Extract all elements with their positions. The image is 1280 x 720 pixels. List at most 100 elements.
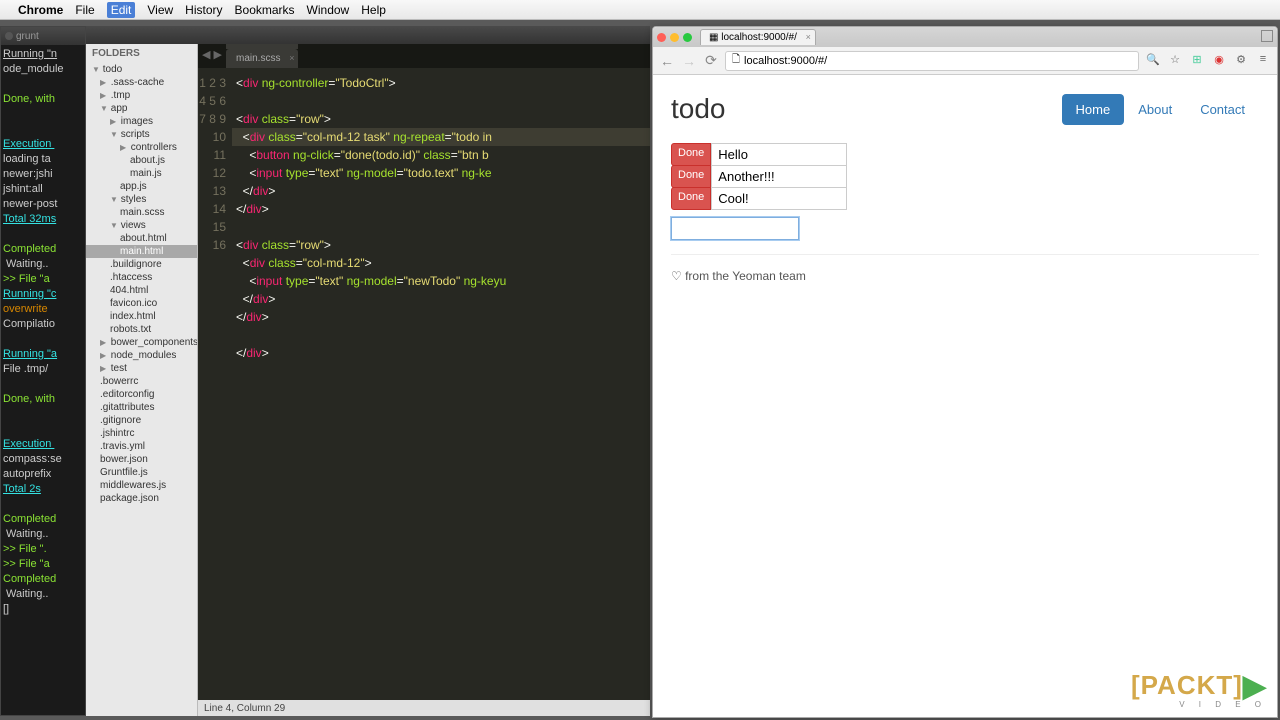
file-tree-item[interactable]: ▶ bower_components bbox=[86, 336, 197, 349]
todo-row: Done bbox=[671, 165, 1259, 188]
file-tree-item[interactable]: .htaccess bbox=[86, 271, 197, 284]
file-tree-item[interactable]: .jshintrc bbox=[86, 427, 197, 440]
tab-nav-icon[interactable]: ◀ ▶ bbox=[202, 48, 222, 61]
file-tree-item[interactable]: ▼ todo bbox=[86, 63, 197, 76]
file-tree-item[interactable]: Gruntfile.js bbox=[86, 466, 197, 479]
file-tree-item[interactable]: ▶ images bbox=[86, 115, 197, 128]
zoom-icon[interactable] bbox=[683, 33, 692, 42]
editor-titlebar[interactable] bbox=[86, 26, 650, 44]
desktop: grunt Running "n ode_module Done, with E… bbox=[0, 20, 1280, 720]
menu-history[interactable]: History bbox=[185, 3, 222, 17]
new-todo-input[interactable] bbox=[671, 217, 799, 240]
menu-help[interactable]: Help bbox=[361, 3, 386, 17]
file-tree-sidebar[interactable]: FOLDERS ▼ todo▶ .sass-cache▶ .tmp▼ app▶ … bbox=[86, 44, 198, 716]
done-button[interactable]: Done bbox=[671, 187, 711, 210]
terminal-titlebar[interactable]: grunt bbox=[1, 27, 85, 45]
file-tree-item[interactable]: about.js bbox=[86, 154, 197, 167]
file-tree-item[interactable]: 404.html bbox=[86, 284, 197, 297]
file-tree-item[interactable]: main.scss bbox=[86, 206, 197, 219]
app-name[interactable]: Chrome bbox=[18, 3, 63, 17]
file-tree-item[interactable]: ▼ styles bbox=[86, 193, 197, 206]
todo-row: Done bbox=[671, 187, 1259, 210]
nav-home[interactable]: Home bbox=[1062, 94, 1125, 125]
file-tree-item[interactable]: .gitignore bbox=[86, 414, 197, 427]
forward-icon[interactable]: → bbox=[681, 53, 697, 69]
menu-bookmarks[interactable]: Bookmarks bbox=[235, 3, 295, 17]
file-tree-item[interactable]: app.js bbox=[86, 180, 197, 193]
file-tree-item[interactable]: middlewares.js bbox=[86, 479, 197, 492]
file-tree-item[interactable]: main.html bbox=[86, 245, 197, 258]
file-tree-item[interactable]: ▶ .tmp bbox=[86, 89, 197, 102]
close-icon[interactable] bbox=[657, 33, 666, 42]
reload-icon[interactable]: ⟳ bbox=[703, 52, 719, 69]
footer-text: ♡ from the Yeoman team bbox=[671, 269, 1259, 283]
done-button[interactable]: Done bbox=[671, 165, 711, 188]
todo-text-input[interactable] bbox=[711, 187, 847, 210]
bookmark-icon[interactable]: ☆ bbox=[1167, 53, 1183, 69]
file-tree-item[interactable]: about.html bbox=[86, 232, 197, 245]
file-tree-item[interactable]: main.js bbox=[86, 167, 197, 180]
file-tree-item[interactable]: ▶ .sass-cache bbox=[86, 76, 197, 89]
editor-tabs[interactable]: ◀ ▶ main.html×main.js×app.js×main.scss× bbox=[198, 44, 650, 68]
traffic-light-icon[interactable] bbox=[5, 32, 13, 40]
sublime-window[interactable]: FOLDERS ▼ todo▶ .sass-cache▶ .tmp▼ app▶ … bbox=[86, 26, 650, 716]
file-tree-item[interactable]: ▼ views bbox=[86, 219, 197, 232]
divider bbox=[671, 254, 1259, 255]
file-tree-item[interactable]: robots.txt bbox=[86, 323, 197, 336]
nav-contact[interactable]: Contact bbox=[1186, 94, 1259, 125]
code-content[interactable]: <div ng-controller="TodoCtrl"> <div clas… bbox=[232, 68, 650, 700]
extension-icon[interactable]: ◉ bbox=[1211, 53, 1227, 69]
page-icon: 🗋 bbox=[732, 52, 740, 69]
editor-tab[interactable]: main.scss× bbox=[226, 49, 298, 68]
done-button[interactable]: Done bbox=[671, 143, 711, 166]
extension-icon[interactable]: ⊞ bbox=[1189, 53, 1205, 69]
zoom-indicator-icon[interactable]: 🔍 bbox=[1145, 53, 1161, 69]
mac-menubar: Chrome File Edit View History Bookmarks Windo… bbox=[0, 0, 1280, 20]
file-tree-item[interactable]: ▶ node_modules bbox=[86, 349, 197, 362]
url-text: localhost:9000/#/ bbox=[744, 55, 827, 67]
cursor-position: Line 4, Column 29 bbox=[204, 703, 285, 714]
file-tree-item[interactable]: ▶ test bbox=[86, 362, 197, 375]
file-tree-item[interactable]: ▼ app bbox=[86, 102, 197, 115]
file-tree-item[interactable]: index.html bbox=[86, 310, 197, 323]
tab-title: localhost:9000/#/ bbox=[721, 32, 797, 43]
file-tree-item[interactable]: .bowerrc bbox=[86, 375, 197, 388]
url-input[interactable]: 🗋 localhost:9000/#/ bbox=[725, 51, 1139, 71]
file-tree-item[interactable]: ▶ controllers bbox=[86, 141, 197, 154]
maximize-icon[interactable] bbox=[1261, 30, 1273, 42]
file-tree-item[interactable]: bower.json bbox=[86, 453, 197, 466]
file-tree-item[interactable]: .editorconfig bbox=[86, 388, 197, 401]
menu-view[interactable]: View bbox=[147, 3, 173, 17]
code-editor[interactable]: 1 2 3 4 5 6 7 8 9 10 11 12 13 14 15 16 <… bbox=[198, 68, 650, 700]
chrome-window[interactable]: ▦ localhost:9000/#/ × ← → ⟳ 🗋 localhost:… bbox=[652, 26, 1278, 718]
todo-row: Done bbox=[671, 143, 1259, 166]
file-tree-item[interactable]: package.json bbox=[86, 492, 197, 505]
file-tree-item[interactable]: ▼ scripts bbox=[86, 128, 197, 141]
tab-close-icon[interactable]: × bbox=[289, 53, 294, 63]
todo-text-input[interactable] bbox=[711, 143, 847, 166]
terminal-window[interactable]: grunt Running "n ode_module Done, with E… bbox=[0, 26, 86, 716]
file-tree-item[interactable]: favicon.ico bbox=[86, 297, 197, 310]
chrome-tabstrip[interactable]: ▦ localhost:9000/#/ × bbox=[653, 27, 1277, 47]
minimize-icon[interactable] bbox=[670, 33, 679, 42]
tab-favicon-icon: ▦ bbox=[709, 32, 721, 43]
todo-text-input[interactable] bbox=[711, 165, 847, 188]
page-nav: HomeAboutContact bbox=[1062, 94, 1259, 125]
menu-edit[interactable]: Edit bbox=[107, 2, 136, 18]
chrome-toolbar: ← → ⟳ 🗋 localhost:9000/#/ 🔍 ☆ ⊞ ◉ ⚙ ≡ bbox=[653, 47, 1277, 75]
todo-list: DoneDoneDone bbox=[671, 143, 1259, 210]
tab-close-icon[interactable]: × bbox=[806, 32, 811, 42]
menu-window[interactable]: Window bbox=[307, 3, 350, 17]
line-gutter: 1 2 3 4 5 6 7 8 9 10 11 12 13 14 15 16 bbox=[198, 68, 232, 700]
settings-icon[interactable]: ⚙ bbox=[1233, 53, 1249, 69]
sidebar-header: FOLDERS bbox=[86, 44, 197, 63]
file-tree-item[interactable]: .buildignore bbox=[86, 258, 197, 271]
heart-icon: ♡ bbox=[671, 269, 685, 283]
menu-icon[interactable]: ≡ bbox=[1255, 53, 1271, 69]
file-tree-item[interactable]: .gitattributes bbox=[86, 401, 197, 414]
nav-about[interactable]: About bbox=[1124, 94, 1186, 125]
file-tree-item[interactable]: .travis.yml bbox=[86, 440, 197, 453]
back-icon[interactable]: ← bbox=[659, 53, 675, 69]
menu-file[interactable]: File bbox=[75, 3, 94, 17]
browser-tab[interactable]: ▦ localhost:9000/#/ × bbox=[700, 29, 816, 45]
